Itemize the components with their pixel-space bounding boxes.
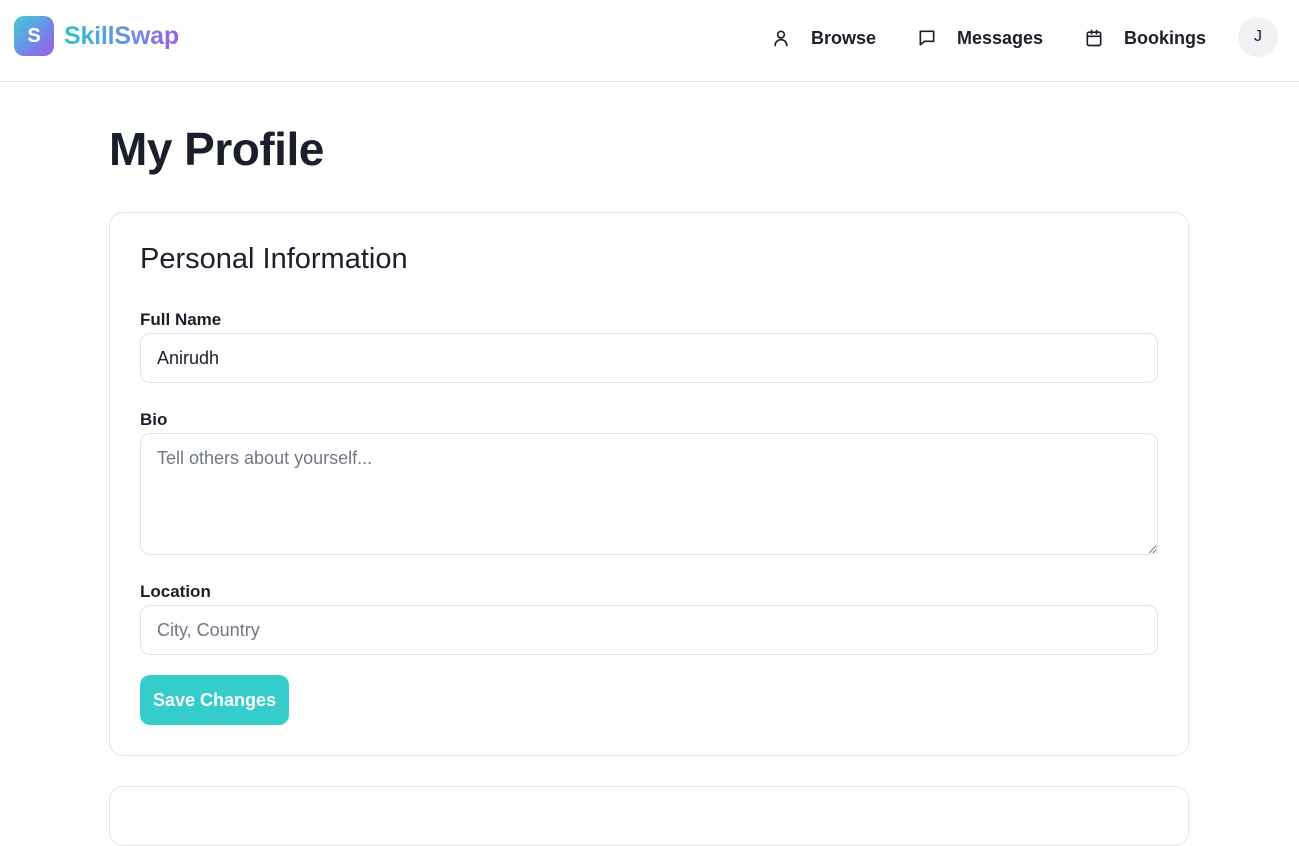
nav-label-messages: Messages — [957, 27, 1044, 48]
nav-label-bookings: Bookings — [1124, 27, 1207, 48]
location-label: Location — [140, 582, 211, 601]
save-changes-button[interactable]: Save Changes — [140, 675, 289, 725]
section-title: Personal Information — [140, 243, 408, 275]
user-avatar-button[interactable]: J — [1238, 17, 1278, 57]
bio-textarea[interactable] — [140, 433, 1158, 555]
location-input[interactable] — [140, 605, 1158, 655]
top-navigation-bar: S SkillSwap Browse Messages Bookings J — [0, 0, 1299, 82]
page-title: My Profile — [109, 123, 324, 175]
nav-item-browse[interactable]: Browse — [771, 22, 876, 54]
nav-item-messages[interactable]: Messages — [917, 22, 1043, 54]
nav-label-browse: Browse — [811, 27, 877, 48]
brand-logo-link[interactable]: S SkillSwap — [14, 16, 179, 56]
full-name-input[interactable] — [140, 333, 1158, 383]
brand-name: SkillSwap — [64, 21, 179, 50]
personal-information-card: Personal Information Full Name Bio Locat… — [109, 212, 1189, 756]
bio-label: Bio — [140, 410, 168, 429]
message-square-icon — [919, 30, 935, 46]
full-name-label: Full Name — [140, 310, 222, 329]
user-icon — [774, 30, 788, 47]
calendar-icon — [1086, 29, 1102, 47]
avatar-initial: J — [1254, 28, 1262, 45]
logo-icon: S — [14, 16, 54, 56]
nav-item-bookings[interactable]: Bookings — [1084, 22, 1206, 54]
logo-letter: S — [27, 24, 41, 47]
next-section-card — [109, 786, 1189, 846]
